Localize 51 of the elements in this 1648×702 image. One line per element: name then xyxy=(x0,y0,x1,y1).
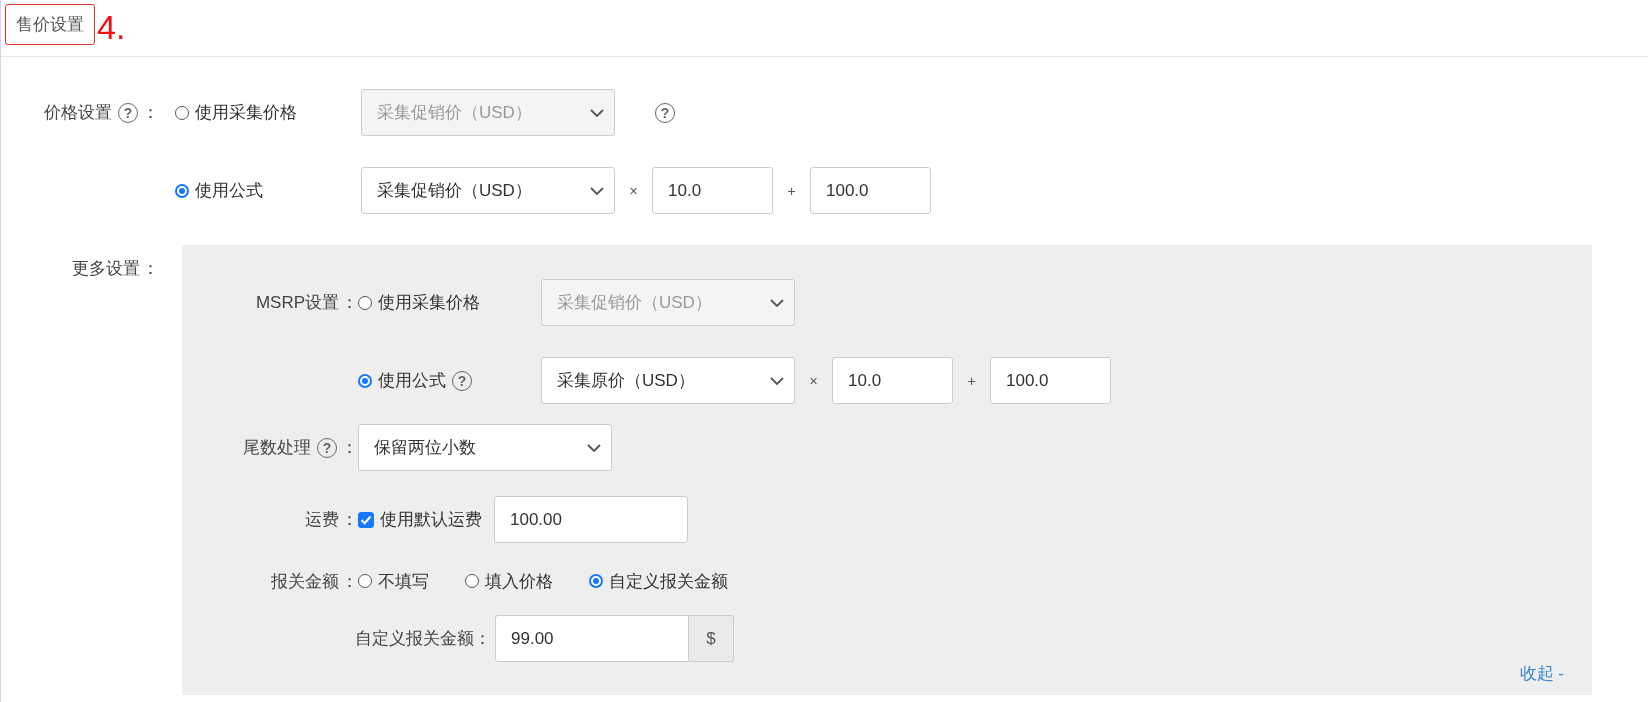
radio-button[interactable] xyxy=(589,574,603,588)
chevron-icon xyxy=(770,298,784,307)
colon-text: ： xyxy=(341,437,358,459)
option-label[interactable]: 自定义报关金额 xyxy=(609,569,728,593)
operator-sign: × xyxy=(628,182,639,199)
option-label[interactable]: 使用公式 xyxy=(378,369,446,392)
field-label: 尾数处理 xyxy=(243,437,311,459)
annotation-number: 4. xyxy=(97,7,126,47)
chevron-icon xyxy=(770,376,784,385)
input-field[interactable]: 10.0 xyxy=(832,357,953,404)
chevron-icon xyxy=(587,443,601,452)
dropdown[interactable]: 保留两位小数 xyxy=(358,424,612,471)
colon-text: ： xyxy=(142,258,159,280)
field-label: 价格设置 xyxy=(44,102,112,124)
radio-button[interactable] xyxy=(175,105,189,120)
dropdown[interactable]: 采集原价（USD） xyxy=(541,357,795,404)
input-field[interactable]: 100.0 xyxy=(810,167,931,214)
chevron-icon xyxy=(590,108,604,117)
colon-text: ： xyxy=(341,509,358,531)
radio-button[interactable] xyxy=(175,183,189,198)
checkmark-icon xyxy=(360,514,372,525)
operator-sign: + xyxy=(786,182,797,199)
radio-button[interactable] xyxy=(358,373,372,388)
section-title: 售价设置 xyxy=(5,3,95,45)
option-label[interactable]: 不填写 xyxy=(378,569,429,593)
chevron-icon xyxy=(590,186,604,195)
field-label: MSRP设置 xyxy=(255,292,339,314)
field-label: 报关金额 xyxy=(271,570,339,593)
colon-text: ： xyxy=(341,292,358,314)
dropdown[interactable]: 采集促销价（USD） xyxy=(361,167,615,214)
colon-text: ： xyxy=(341,570,358,593)
radio-button[interactable] xyxy=(465,574,479,588)
radio-button[interactable] xyxy=(358,574,372,588)
currency-addon: $ xyxy=(689,615,734,662)
option-label[interactable]: 使用公式 xyxy=(195,179,263,202)
field-label: 自定义报关金额： xyxy=(355,628,491,650)
checkbox-label[interactable]: 使用默认运费 xyxy=(380,508,482,531)
option-label[interactable]: 填入价格 xyxy=(485,569,553,593)
input-field[interactable]: 10.0 xyxy=(652,167,773,214)
input-field[interactable]: 99.00 xyxy=(495,615,689,662)
radio-button[interactable] xyxy=(358,295,372,310)
field-label: 更多设置 xyxy=(72,258,140,280)
option-label[interactable]: 使用采集价格 xyxy=(378,291,480,314)
input-field[interactable]: 100.0 xyxy=(990,357,1111,404)
checkbox[interactable] xyxy=(358,511,374,528)
colon-text: ： xyxy=(142,102,159,124)
input-field[interactable]: 100.00 xyxy=(494,496,688,543)
operator-sign: × xyxy=(808,372,819,389)
field-label: 运费 xyxy=(305,509,339,531)
operator-sign: + xyxy=(966,372,977,389)
option-label[interactable]: 使用采集价格 xyxy=(195,101,297,124)
